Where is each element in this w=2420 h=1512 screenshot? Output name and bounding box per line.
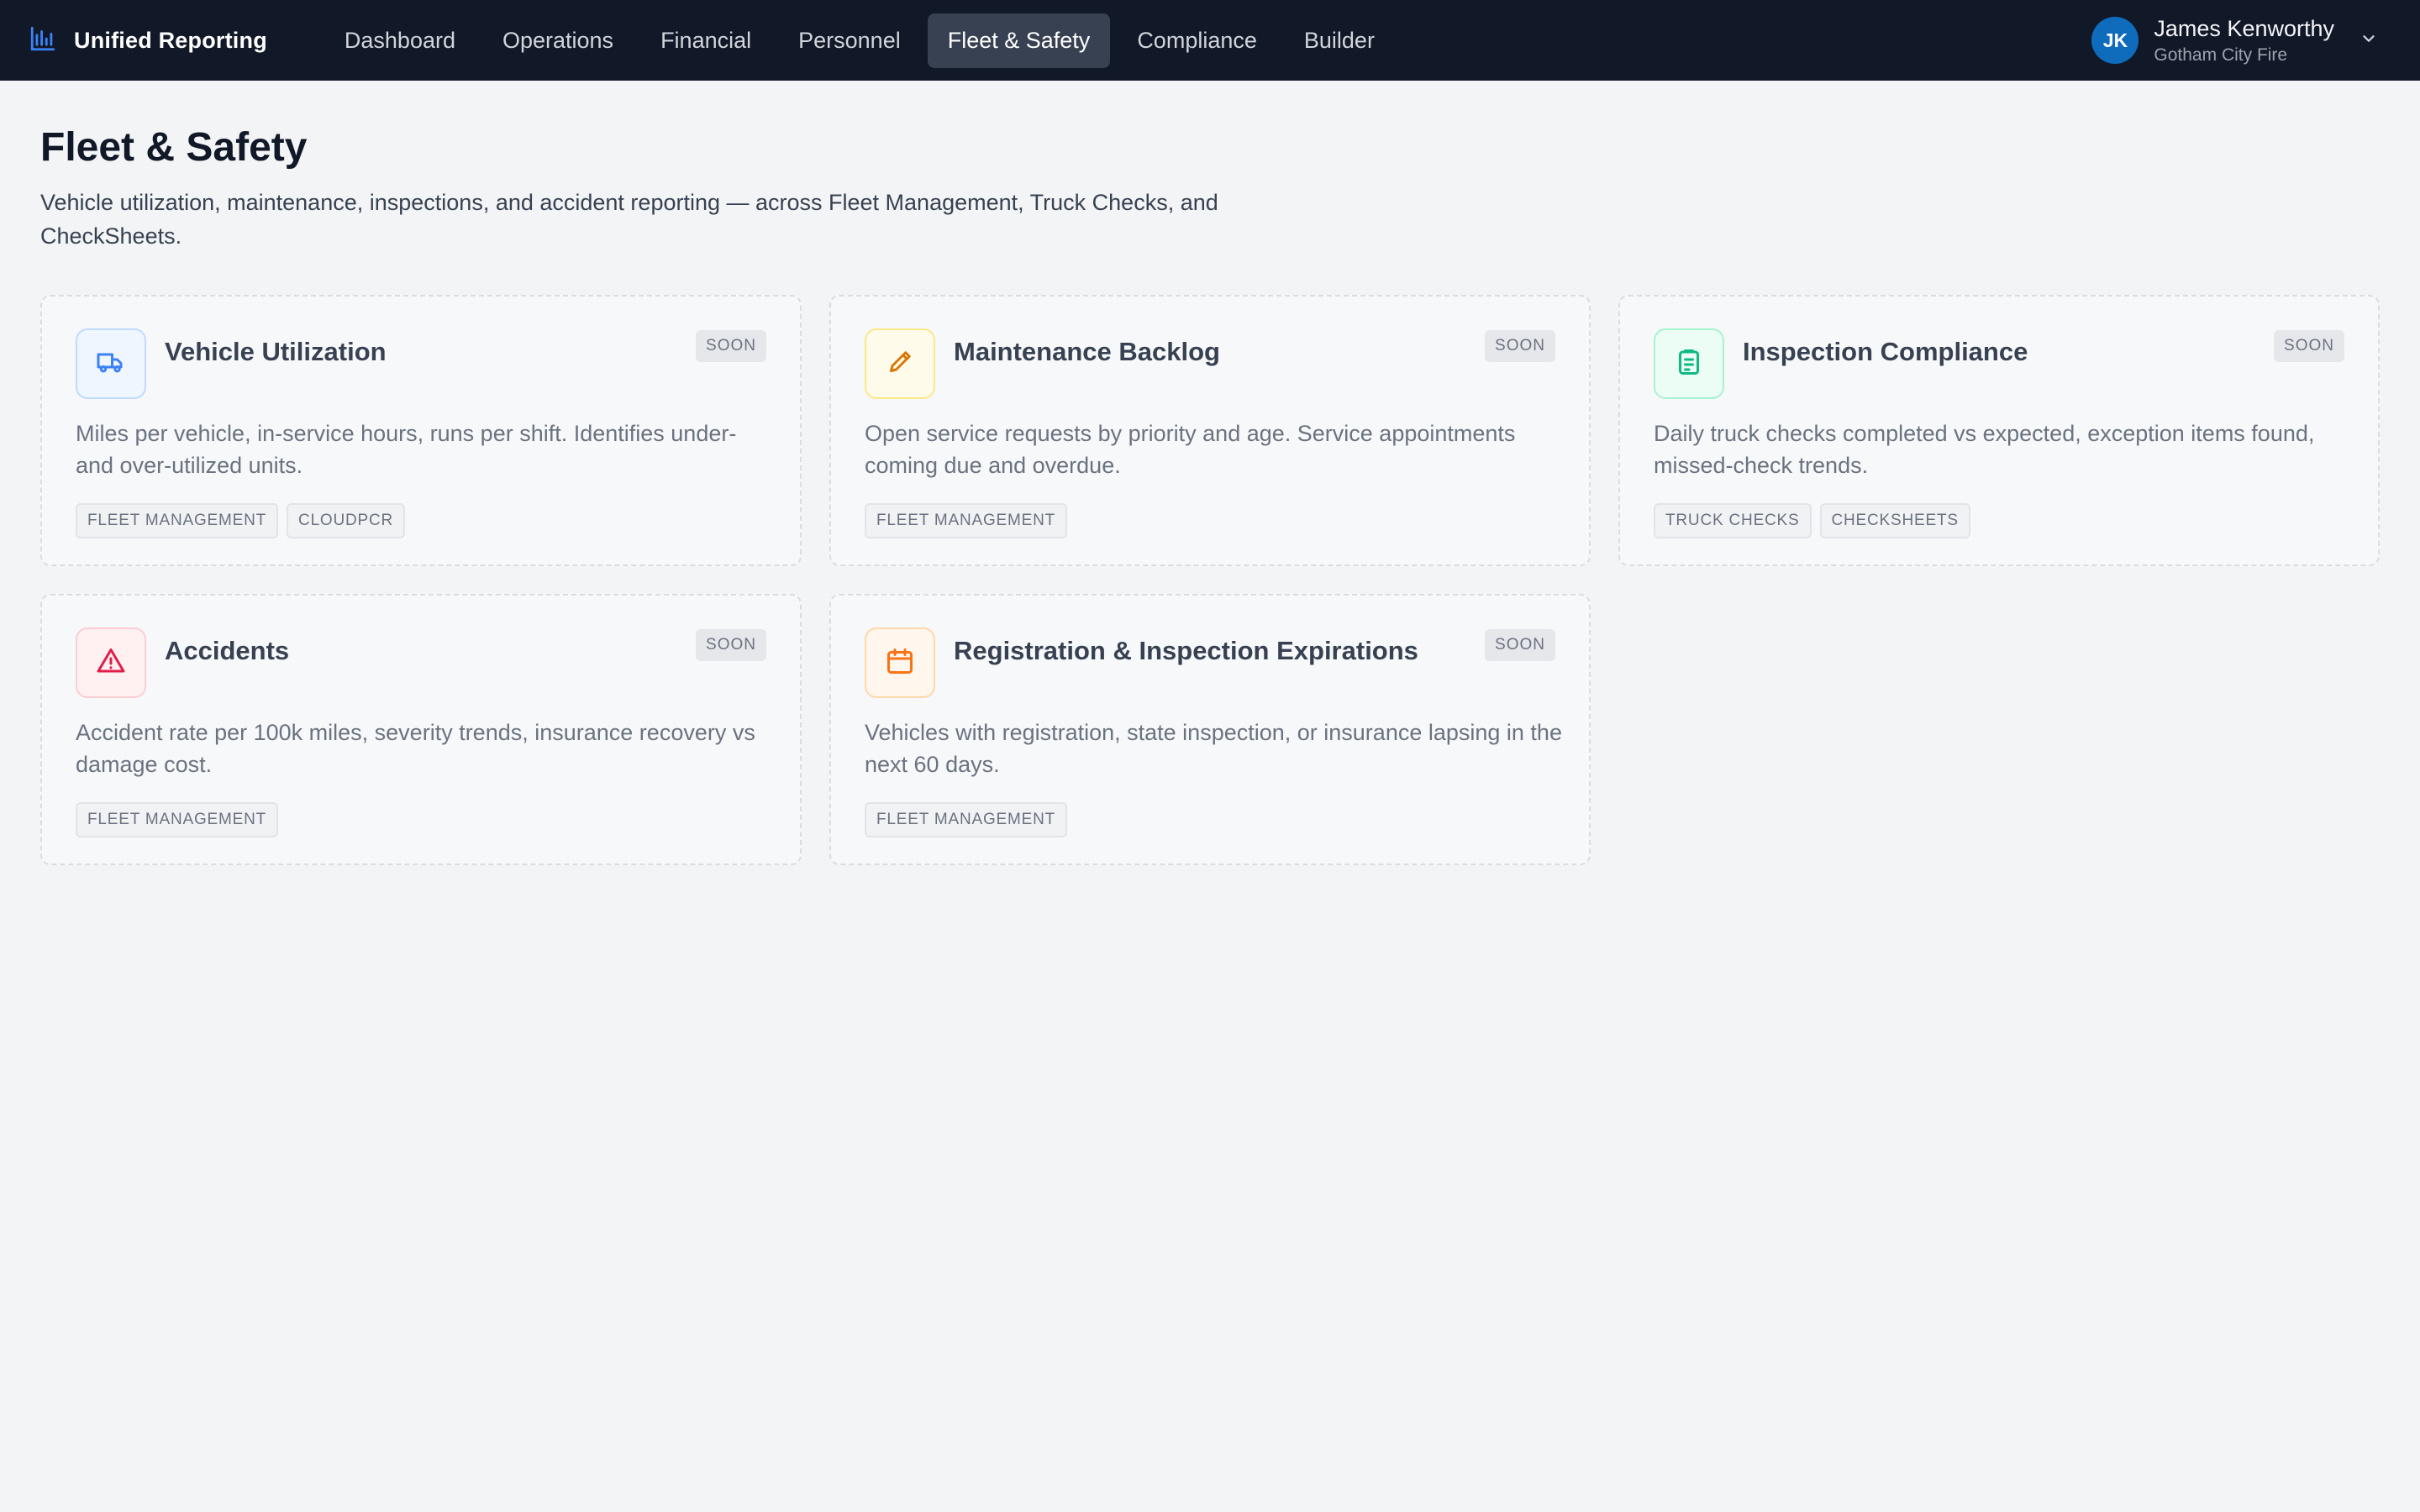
source-tag: FLEET MANAGEMENT [76, 503, 279, 538]
avatar: JK [2091, 17, 2139, 64]
brand[interactable]: Unified Reporting [29, 24, 267, 57]
card-description: Miles per vehicle, in-service hours, run… [76, 421, 737, 478]
soon-badge: SOON [2274, 330, 2344, 362]
truck-icon [96, 347, 126, 381]
card-description: Open service requests by priority and ag… [865, 421, 1516, 478]
clipboard-icon [1674, 347, 1704, 381]
pencil-icon [885, 347, 915, 381]
report-card-maintenance-backlog[interactable]: Maintenance Backlog SOON Open service re… [829, 295, 1591, 566]
page-title: Fleet & Safety [40, 125, 308, 170]
bar-chart-icon [29, 24, 57, 57]
nav-tab-financial[interactable]: Financial [640, 13, 771, 68]
user-org: Gotham City Fire [2154, 45, 2288, 65]
report-cards-grid: Vehicle Utilization SOON Miles per vehic… [40, 295, 2380, 865]
card-title: Registration & Inspection Expirations [954, 636, 1418, 665]
card-icon-box [76, 627, 146, 698]
source-tag: CHECKSHEETS [1819, 503, 1970, 538]
main-nav: Dashboard Operations Financial Personnel… [324, 13, 1395, 68]
soon-badge: SOON [1485, 629, 1555, 661]
card-description: Accident rate per 100k miles, severity t… [76, 720, 755, 777]
card-tags: FLEET MANAGEMENT [76, 802, 766, 837]
report-card-inspection-compliance[interactable]: Inspection Compliance SOON Daily truck c… [1618, 295, 2380, 566]
warning-triangle-icon [96, 646, 126, 680]
card-tags: FLEET MANAGEMENT [865, 802, 1555, 837]
report-card-vehicle-utilization[interactable]: Vehicle Utilization SOON Miles per vehic… [40, 295, 802, 566]
soon-badge: SOON [696, 629, 766, 661]
card-title: Accidents [165, 636, 290, 665]
source-tag: TRUCK CHECKS [1654, 503, 1812, 538]
nav-tab-compliance[interactable]: Compliance [1117, 13, 1277, 68]
calendar-icon [885, 646, 915, 680]
report-card-registration-expirations[interactable]: Registration & Inspection Expirations SO… [829, 594, 1591, 865]
nav-tab-fleet-safety[interactable]: Fleet & Safety [927, 13, 1111, 68]
card-title: Inspection Compliance [1743, 337, 2028, 366]
card-icon-box [1654, 328, 1724, 399]
source-tag: FLEET MANAGEMENT [865, 802, 1068, 837]
user-name: James Kenworthy [2154, 15, 2334, 41]
source-tag: CLOUDPCR [287, 503, 406, 538]
source-tag: FLEET MANAGEMENT [865, 503, 1068, 538]
soon-badge: SOON [1485, 330, 1555, 362]
main-content: Fleet & Safety Vehicle utilization, main… [0, 81, 2420, 865]
soon-badge: SOON [696, 330, 766, 362]
card-tags: FLEET MANAGEMENT CLOUDPCR [76, 503, 766, 538]
user-menu[interactable]: JK James Kenworthy Gotham City Fire [2091, 0, 2378, 81]
nav-tab-personnel[interactable]: Personnel [778, 13, 921, 68]
user-info: James Kenworthy Gotham City Fire [2154, 16, 2334, 66]
card-tags: FLEET MANAGEMENT [865, 503, 1555, 538]
card-description: Daily truck checks completed vs expected… [1654, 421, 2315, 478]
card-tags: TRUCK CHECKS CHECKSHEETS [1654, 503, 2344, 538]
nav-tab-operations[interactable]: Operations [482, 13, 634, 68]
card-icon-box [865, 627, 935, 698]
card-title: Maintenance Backlog [954, 337, 1220, 366]
chevron-down-icon [2349, 29, 2378, 52]
card-icon-box [76, 328, 146, 399]
nav-tab-builder[interactable]: Builder [1284, 13, 1395, 68]
top-nav-bar: Unified Reporting Dashboard Operations F… [0, 0, 2420, 81]
report-card-accidents[interactable]: Accidents SOON Accident rate per 100k mi… [40, 594, 802, 865]
nav-tab-dashboard[interactable]: Dashboard [324, 13, 476, 68]
card-title: Vehicle Utilization [165, 337, 387, 366]
card-description: Vehicles with registration, state inspec… [865, 720, 1562, 777]
page-description: Vehicle utilization, maintenance, inspec… [40, 190, 1218, 249]
card-icon-box [865, 328, 935, 399]
source-tag: FLEET MANAGEMENT [76, 802, 279, 837]
app-title: Unified Reporting [74, 27, 267, 53]
